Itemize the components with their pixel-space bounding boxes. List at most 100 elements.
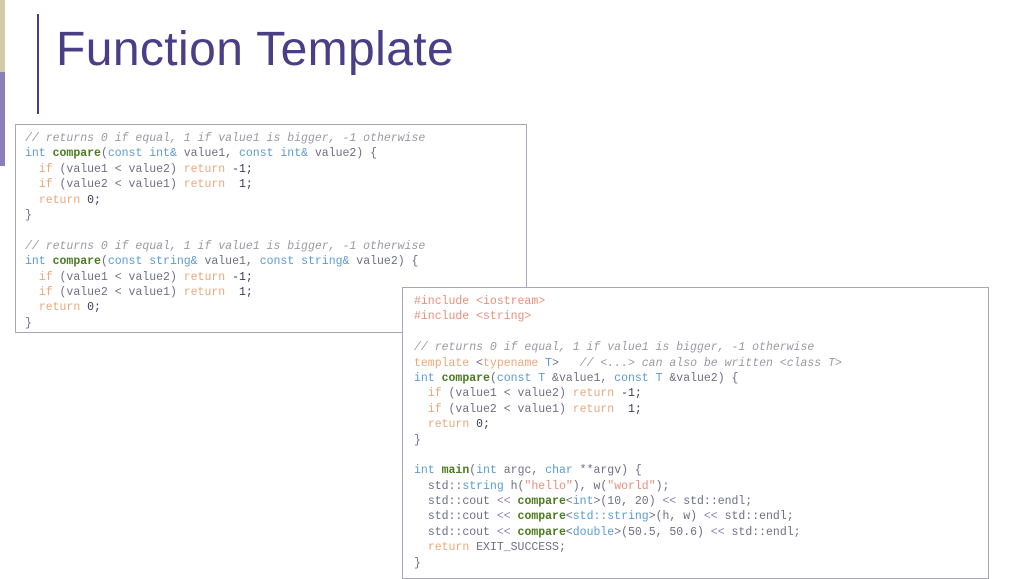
- code-token-comment: // returns 0 if equal, 1 if value1 is bi…: [25, 239, 426, 253]
- code-line: std::cout << compare<double>(50.5, 50.6)…: [414, 525, 988, 540]
- code-token-plain: );: [655, 479, 670, 493]
- code-token-ns: std::endl;: [724, 510, 794, 524]
- code-token-keyword: if: [427, 387, 442, 401]
- slide-canvas: { "slide": { "title": "Function Template…: [0, 0, 1024, 579]
- code-token-plain: <: [565, 510, 573, 524]
- code-token-type: int: [414, 371, 435, 385]
- code-line: std::cout << compare<std::string>(h, w) …: [414, 509, 988, 524]
- code-token-num: 0;: [469, 418, 490, 432]
- code-token-num: -1;: [614, 387, 642, 401]
- code-token-keyword: return: [427, 418, 470, 432]
- code-line: std::string h("hello"), w("world");: [414, 479, 988, 494]
- code-token-plain: value2) {: [308, 147, 378, 161]
- code-line: if (value1 < value2) return -1;: [414, 386, 988, 401]
- code-token-keyword: typename: [483, 356, 539, 370]
- code-token-keyword: return: [572, 402, 615, 416]
- code-line: }: [414, 556, 988, 571]
- edge-accent-top: [0, 0, 5, 72]
- code-line: return EXIT_SUCCESS;: [414, 540, 988, 555]
- code-token-type: const string&: [259, 255, 350, 269]
- code-line: std::cout << compare<int>(10, 20) << std…: [414, 494, 988, 509]
- code-block-template-example: #include <iostream> #include <string> // …: [402, 287, 989, 579]
- code-token-op: <<: [703, 525, 732, 539]
- code-token-plain: argc,: [496, 464, 546, 478]
- code-token-str: "hello": [524, 479, 573, 493]
- code-token-keyword: return: [572, 387, 615, 401]
- code-token-plain: value2) {: [349, 255, 419, 269]
- code-line: #include <iostream>: [414, 294, 988, 309]
- edge-accent-bottom: [0, 72, 5, 166]
- title-rule: [37, 14, 39, 114]
- code-token-fn: compare: [517, 495, 566, 509]
- code-token-keyword: if: [427, 402, 442, 416]
- code-line: if (value2 < value1) return 1;: [414, 402, 988, 417]
- code-token-plain: >(10, 20): [593, 495, 656, 509]
- code-token-ns: std::cout: [427, 510, 490, 524]
- code-token-op: <<: [697, 510, 725, 524]
- code-token-fn: compare: [517, 525, 566, 539]
- code-token-plain: (: [100, 147, 108, 161]
- code-token-comment: // returns 0 if equal, 1 if value1 is bi…: [414, 341, 815, 355]
- code-line: }: [25, 208, 526, 223]
- code-token-keyword: return: [427, 541, 470, 555]
- code-token-plain: >(50.5, 50.6): [614, 525, 704, 539]
- code-line: int main(int argc, char **argv) {: [414, 463, 988, 478]
- code-line: int compare(const string& value1, const …: [25, 254, 526, 269]
- code-token-type: int: [25, 255, 46, 269]
- code-token-plain: }: [414, 556, 421, 570]
- code-token-plain: <: [565, 525, 573, 539]
- code-token-keyword: return: [38, 301, 81, 315]
- code-line: if (value1 < value2) return -1;: [25, 162, 526, 177]
- code-line: int compare(const int& value1, const int…: [25, 146, 526, 161]
- code-token-fn: compare: [52, 147, 101, 161]
- code-token-type: string: [462, 479, 504, 493]
- code-token-plain: <: [469, 356, 484, 370]
- code-line: int compare(const T &value1, const T &va…: [414, 371, 988, 386]
- code-token-plain: <: [565, 495, 573, 509]
- code-token-type: const int&: [107, 147, 177, 161]
- code-token-type: int: [414, 464, 435, 478]
- code-line: return 0;: [414, 417, 988, 432]
- code-token-ns: std::cout: [427, 525, 490, 539]
- code-token-num: 1;: [225, 178, 253, 192]
- code-token-type: int: [25, 147, 46, 161]
- code-token-keyword: return: [183, 270, 226, 284]
- code-line: // returns 0 if equal, 1 if value1 is bi…: [25, 239, 526, 254]
- code-token-plain: (: [100, 255, 108, 269]
- code-token-type: const T: [614, 371, 663, 385]
- code-token-type: const int&: [238, 147, 308, 161]
- code-token-plain: (: [489, 371, 497, 385]
- code-token-plain: value1,: [176, 147, 239, 161]
- code-token-num: -1;: [225, 162, 253, 176]
- code-token-pre: #include <string>: [414, 310, 532, 324]
- code-token-op: <<: [489, 495, 518, 509]
- code-token-plain: h(: [503, 479, 525, 493]
- code-token-plain: (value1 < value2): [52, 162, 184, 176]
- code-token-op: <<: [489, 525, 518, 539]
- code-token-pre: #include <iostream>: [414, 295, 546, 308]
- code-token-plain: (value2 < value1): [52, 285, 184, 299]
- code-token-plain: (value2 < value1): [52, 178, 184, 192]
- code-token-plain: (value2 < value1): [441, 402, 573, 416]
- code-token-num: 0;: [80, 193, 101, 207]
- code-token-type: int: [572, 495, 594, 509]
- code-token-num: 0;: [80, 301, 101, 315]
- code-line: return 0;: [25, 193, 526, 208]
- code-token-plain: (value1 < value2): [441, 387, 573, 401]
- code-token-ns: std::: [427, 479, 463, 493]
- code-token-type: const string&: [107, 255, 198, 269]
- code-token-fn: compare: [441, 371, 490, 385]
